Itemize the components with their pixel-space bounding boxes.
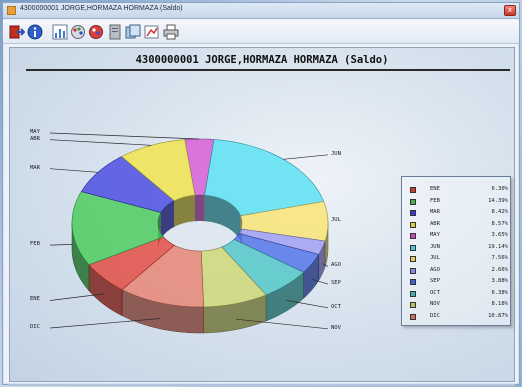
callout-label-sep: SEP — [331, 280, 341, 287]
chart-panel: 4300000001 JORGE,HORMAZA HORMAZA (Saldo)… — [9, 47, 515, 382]
toolbar — [3, 20, 519, 44]
palette-icon[interactable] — [70, 24, 86, 40]
gallery-icon[interactable] — [125, 24, 141, 40]
legend-row-ene: ENE 6.30% — [410, 185, 508, 196]
callout-line-mar — [49, 168, 98, 173]
legend-label-mar: MAR — [430, 209, 440, 215]
legend-swatch-jul — [410, 256, 416, 262]
legend-value-jun: 19.14% — [488, 243, 508, 250]
legend-value-dic: 10.87% — [488, 312, 508, 319]
legend-label-abr: ABR — [430, 220, 440, 227]
slice-inner-wall-may — [195, 195, 205, 222]
callout-label-ago: AGO — [331, 262, 341, 269]
legend-swatch-feb — [410, 198, 416, 205]
red-palette-icon[interactable] — [88, 24, 104, 40]
legend-label-oct: OCT — [430, 289, 440, 296]
legend-value-mar: 8.42% — [491, 209, 508, 215]
legend-swatch-may — [410, 233, 416, 239]
close-button[interactable]: x — [504, 5, 516, 16]
legend-row-jul: JUL 7.56% — [410, 254, 508, 265]
legend-row-feb: FEB 14.39% — [410, 197, 508, 208]
legend-row-nov: NOV 8.18% — [410, 300, 508, 311]
legend-row-jun: JUN 19.14% — [410, 243, 508, 254]
callout-label-ene: ENE — [30, 296, 40, 303]
callout-label-dic: DIC — [30, 324, 40, 331]
legend-row-dic: DIC 10.87% — [410, 312, 508, 323]
legend-swatch-nov — [410, 302, 416, 308]
legend-swatch-sep — [410, 279, 416, 285]
legend-swatch-ago — [410, 267, 416, 274]
callout-label-jul: JUL — [331, 217, 341, 224]
callout-line-feb — [49, 244, 73, 246]
legend-value-abr: 8.57% — [491, 220, 508, 227]
chart-icon[interactable] — [52, 24, 68, 40]
legend-swatch-dic — [410, 313, 416, 320]
legend-value-jul: 7.56% — [491, 255, 508, 261]
chart-legend: ENE 6.30% FEB 14.39% MAR 8.42% ABR 8.57% MAY 3.65… — [401, 176, 511, 326]
legend-label-dic: DIC — [430, 312, 440, 319]
callout-label-mar: MAR — [30, 164, 40, 171]
callout-label-feb: FEB — [30, 241, 40, 248]
export-chart-icon[interactable] — [144, 24, 160, 40]
legend-value-nov: 8.18% — [491, 301, 508, 307]
title-bar: 4300000001 JORGE,HORMAZA HORMAZA (Saldo)… — [3, 3, 519, 19]
exit-icon[interactable] — [9, 24, 25, 40]
legend-label-ago: AGO — [430, 266, 440, 273]
legend-value-oct: 6.38% — [491, 289, 508, 296]
legend-row-oct: OCT 6.38% — [410, 289, 508, 300]
legend-label-ene: ENE — [430, 186, 440, 192]
page-icon[interactable] — [107, 24, 123, 40]
legend-row-may: MAY 3.65% — [410, 231, 508, 242]
callout-line-jun — [283, 154, 329, 160]
callout-line-may — [49, 132, 200, 140]
callout-label-may: MAY — [30, 129, 40, 135]
legend-swatch-oct — [410, 290, 416, 297]
legend-row-ago: AGO 2.66% — [410, 266, 508, 277]
legend-value-ene: 6.30% — [491, 186, 508, 192]
legend-swatch-jun — [410, 244, 416, 251]
legend-row-mar: MAR 8.42% — [410, 208, 508, 219]
app-icon — [7, 6, 16, 15]
legend-swatch-abr — [410, 221, 416, 228]
legend-value-feb: 14.39% — [488, 197, 508, 204]
print-icon[interactable] — [163, 24, 179, 40]
legend-label-nov: NOV — [430, 301, 440, 307]
legend-label-sep: SEP — [430, 278, 440, 284]
callout-label-abr: ABR — [30, 135, 40, 142]
report-window: 4300000001 JORGE,HORMAZA HORMAZA (Saldo)… — [2, 2, 520, 386]
slice-inner-wall-abr — [174, 195, 195, 227]
status-strip — [9, 384, 515, 386]
legend-label-feb: FEB — [430, 197, 440, 204]
legend-row-abr: ABR 8.57% — [410, 220, 508, 231]
legend-label-may: MAY — [430, 232, 440, 238]
legend-value-may: 3.65% — [491, 232, 508, 238]
legend-value-ago: 2.66% — [491, 266, 508, 273]
info-icon[interactable] — [27, 24, 43, 40]
callout-label-nov: NOV — [331, 324, 341, 331]
legend-swatch-mar — [410, 210, 416, 216]
callout-label-jun: JUN — [331, 150, 341, 157]
window-title: 4300000001 JORGE,HORMAZA HORMAZA (Saldo) — [20, 5, 183, 12]
legend-swatch-ene — [410, 187, 416, 193]
legend-row-sep: SEP 3.88% — [410, 277, 508, 288]
callout-line-abr — [49, 139, 152, 146]
legend-value-sep: 3.88% — [491, 278, 508, 284]
legend-label-jul: JUL — [430, 255, 440, 261]
callout-label-oct: OCT — [331, 303, 341, 310]
legend-label-jun: JUN — [430, 243, 440, 250]
